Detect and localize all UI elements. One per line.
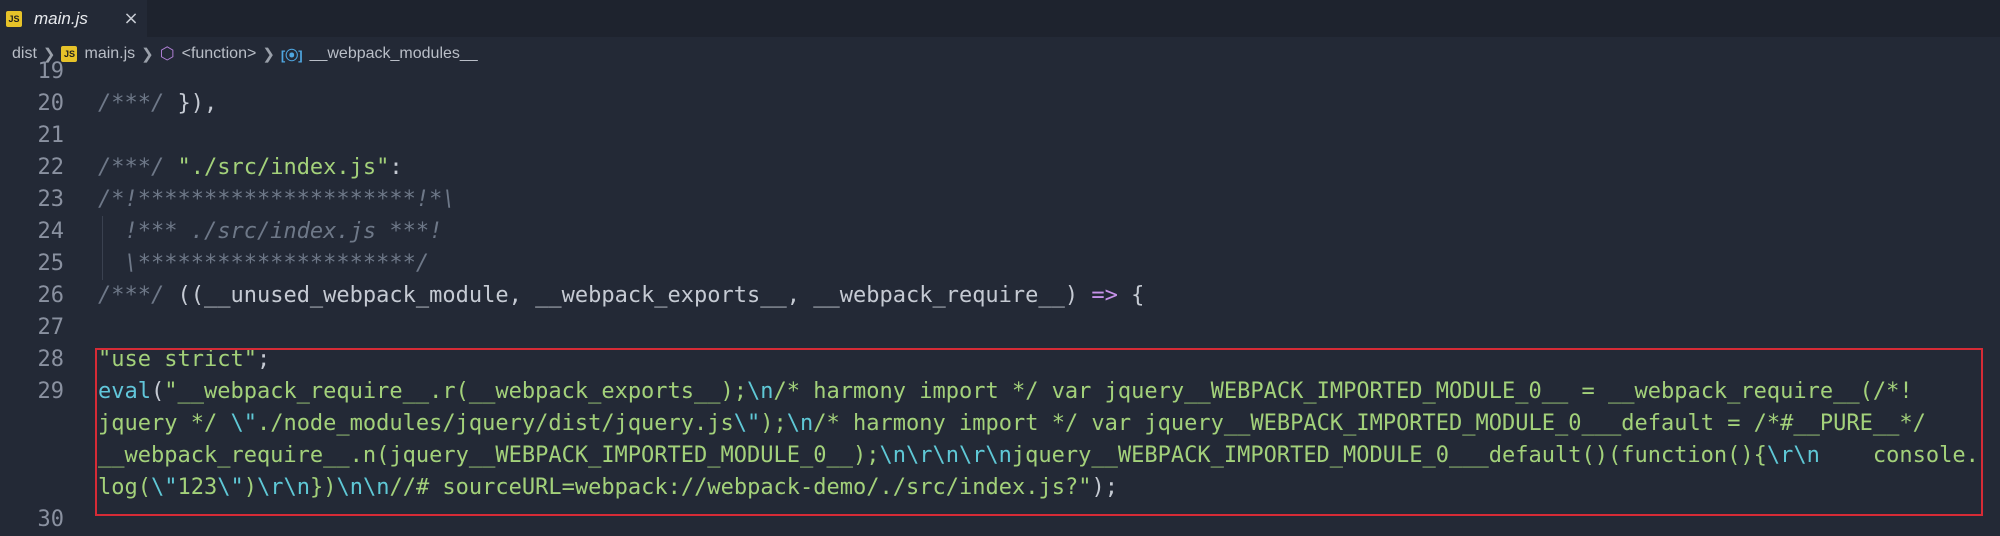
close-icon[interactable]: × bbox=[120, 7, 142, 29]
code-line[interactable]: 22 /***/ "./src/index.js": bbox=[0, 152, 2000, 184]
line-number: 30 bbox=[37, 507, 65, 532]
line-number: 26 bbox=[37, 283, 65, 308]
tab-label: main.js bbox=[34, 8, 88, 28]
indent-guide bbox=[102, 216, 103, 280]
line-number: 23 bbox=[37, 187, 65, 212]
code-line[interactable]: 24 !*** ./src/index.js ***! bbox=[0, 216, 2000, 248]
code-text: /***/ "./src/index.js": bbox=[98, 152, 403, 184]
code-token: \*********************/ bbox=[98, 251, 430, 276]
code-text: /*!*********************!*\ bbox=[98, 184, 456, 216]
highlight-box bbox=[95, 348, 1983, 516]
js-file-icon: JS bbox=[6, 10, 22, 27]
line-number: 25 bbox=[37, 251, 65, 276]
code-line[interactable]: 26 /***/ ((__unused_webpack_module, __web… bbox=[0, 280, 2000, 312]
code-token: !*** ./src/index.js ***! bbox=[98, 219, 443, 244]
line-number: 19 bbox=[37, 59, 65, 84]
code-token: /***/ bbox=[98, 155, 178, 180]
code-token: { bbox=[1117, 283, 1145, 308]
code-text: /***/ ((__unused_webpack_module, __webpa… bbox=[98, 280, 1144, 312]
code-token: "./src/index.js" bbox=[177, 155, 390, 180]
code-token: => bbox=[1091, 283, 1118, 308]
code-token: /***/ bbox=[98, 91, 178, 116]
code-line[interactable]: 23 /*!*********************!*\ bbox=[0, 184, 2000, 216]
line-number: 27 bbox=[37, 315, 65, 340]
code-text: \*********************/ bbox=[98, 248, 429, 280]
code-text: !*** ./src/index.js ***! bbox=[98, 216, 442, 248]
code-line[interactable]: 20 /***/ }), bbox=[0, 88, 2000, 120]
line-number: 29 bbox=[37, 379, 65, 404]
code-token: }), bbox=[177, 91, 218, 116]
code-token: : bbox=[389, 155, 403, 180]
code-line[interactable]: 21 bbox=[0, 120, 2000, 152]
code-line[interactable]: 19 bbox=[0, 56, 2000, 88]
line-number: 22 bbox=[37, 155, 65, 180]
code-token: /*!*********************!*\ bbox=[98, 187, 456, 212]
line-number: 21 bbox=[37, 123, 65, 148]
code-token: ((__unused_webpack_module, __webpack_exp… bbox=[177, 283, 1092, 308]
line-number: 24 bbox=[37, 219, 65, 244]
code-text: /***/ }), bbox=[98, 88, 217, 120]
tab-bar: JS main.js × bbox=[0, 0, 2000, 37]
code-line[interactable]: 25 \*********************/ bbox=[0, 248, 2000, 280]
line-number: 20 bbox=[37, 91, 65, 116]
tab-main-js[interactable]: JS main.js × bbox=[0, 0, 147, 37]
code-line[interactable]: 27 bbox=[0, 312, 2000, 344]
line-number: 28 bbox=[37, 347, 65, 372]
code-token: /***/ bbox=[98, 283, 178, 308]
